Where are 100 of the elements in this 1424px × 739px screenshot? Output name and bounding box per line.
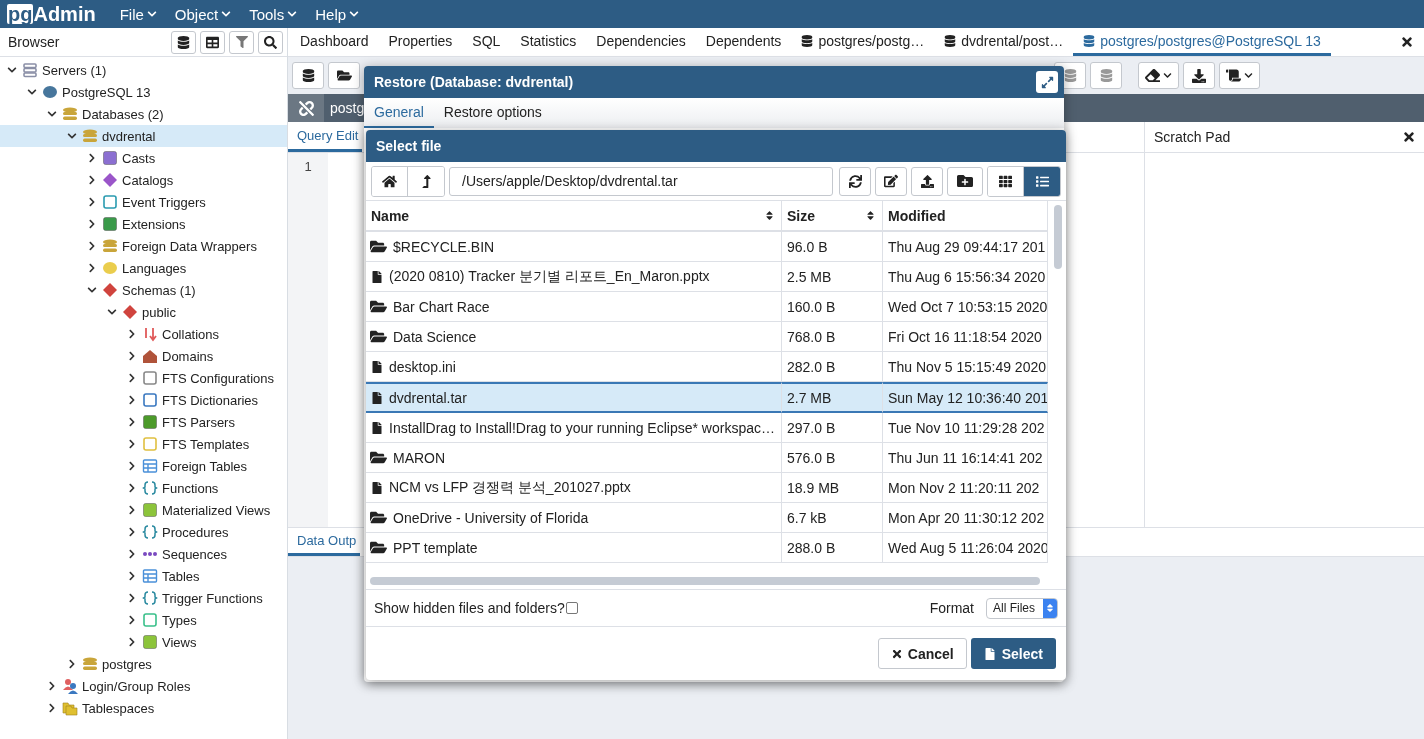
chevron-right-icon[interactable]: [87, 175, 97, 185]
chevron-right-icon[interactable]: [87, 197, 97, 207]
view-button[interactable]: [1024, 166, 1060, 196]
file-name-cell[interactable]: $RECYCLE.BIN: [366, 232, 782, 262]
clear-button[interactable]: [1138, 62, 1179, 89]
open-file-button[interactable]: [328, 62, 360, 89]
tab[interactable]: Dependencies: [586, 28, 696, 56]
chevron-down-icon[interactable]: [67, 131, 77, 141]
database-button[interactable]: [292, 62, 324, 89]
tree-item[interactable]: Views: [0, 631, 287, 653]
tab[interactable]: postgres/postg…: [791, 28, 935, 56]
chevron-right-icon[interactable]: [87, 241, 97, 251]
sort-icon[interactable]: [865, 210, 876, 221]
tree-item[interactable]: public: [0, 301, 287, 323]
refresh-button[interactable]: [839, 166, 871, 196]
tree-item[interactable]: Collations: [0, 323, 287, 345]
tree-item[interactable]: Servers (1): [0, 59, 287, 81]
tree-item[interactable]: Languages: [0, 257, 287, 279]
tree-item[interactable]: Event Triggers: [0, 191, 287, 213]
chevron-right-icon[interactable]: [127, 593, 137, 603]
tree-item[interactable]: Trigger Functions: [0, 587, 287, 609]
tree-item[interactable]: PostgreSQL 13: [0, 81, 287, 103]
tree-item[interactable]: dvdrental: [0, 125, 287, 147]
tree-item[interactable]: Casts: [0, 147, 287, 169]
close-icon[interactable]: [1402, 130, 1416, 144]
tree-item[interactable]: Types: [0, 609, 287, 631]
tree-item[interactable]: FTS Dictionaries: [0, 389, 287, 411]
file-name-cell[interactable]: MARON: [366, 443, 782, 473]
select-button[interactable]: Select: [970, 638, 1056, 669]
tab[interactable]: Dashboard: [290, 28, 379, 56]
maximize-button[interactable]: [1036, 71, 1058, 93]
tree-item[interactable]: Extensions: [0, 213, 287, 235]
tree-item[interactable]: Sequences: [0, 543, 287, 565]
tree-item[interactable]: FTS Parsers: [0, 411, 287, 433]
tree-item[interactable]: Functions: [0, 477, 287, 499]
menu[interactable]: Help: [315, 5, 360, 23]
tree-item[interactable]: Tables: [0, 565, 287, 587]
chevron-right-icon[interactable]: [127, 483, 137, 493]
file-name-cell[interactable]: OneDrive - University of Florida: [366, 503, 782, 533]
file-name-cell[interactable]: Bar Chart Race: [366, 292, 782, 322]
chevron-right-icon[interactable]: [127, 395, 137, 405]
menu[interactable]: Tools: [249, 5, 298, 23]
tab[interactable]: Properties: [378, 28, 463, 56]
new-folder-button[interactable]: [947, 166, 983, 196]
tree-item[interactable]: Databases (2): [0, 103, 287, 125]
tree-item[interactable]: Procedures: [0, 521, 287, 543]
chevron-right-icon[interactable]: [127, 527, 137, 537]
chevron-down-icon[interactable]: [27, 87, 37, 97]
file-name-cell[interactable]: InstallDrag to Install!Drag to your running Eclipse* workspac…: [366, 413, 782, 443]
chevron-right-icon[interactable]: [127, 439, 137, 449]
chevron-right-icon[interactable]: [127, 373, 137, 383]
connection-label[interactable]: postg: [324, 100, 365, 116]
chevron-down-icon[interactable]: [7, 65, 17, 75]
path-field[interactable]: /Users/apple/Desktop/dvdrental.tar: [449, 166, 833, 196]
connection-button[interactable]: [288, 94, 324, 122]
tree-item[interactable]: FTS Configurations: [0, 367, 287, 389]
file-name-cell[interactable]: NCM vs LFP 경쟁력 분석_201027.pptx: [366, 473, 782, 503]
chevron-right-icon[interactable]: [87, 153, 97, 163]
chevron-right-icon[interactable]: [127, 571, 137, 581]
tab[interactable]: General: [364, 98, 434, 128]
search-button[interactable]: [258, 30, 283, 54]
chevron-down-icon[interactable]: [87, 285, 97, 295]
file-name-cell[interactable]: desktop.ini: [366, 352, 782, 382]
tab[interactable]: Restore options: [433, 98, 552, 128]
tab[interactable]: Data Outp: [288, 528, 361, 556]
chevron-right-icon[interactable]: [127, 637, 137, 647]
home-button[interactable]: [372, 166, 408, 196]
checkbox[interactable]: [565, 602, 578, 614]
tree-item[interactable]: FTS Templates: [0, 433, 287, 455]
tree-item[interactable]: Domains: [0, 345, 287, 367]
chevron-right-icon[interactable]: [127, 351, 137, 361]
chevron-right-icon[interactable]: [127, 549, 137, 559]
chevron-right-icon[interactable]: [127, 505, 137, 515]
file-name-cell[interactable]: dvdrental.tar: [366, 382, 782, 413]
tree-item[interactable]: Catalogs: [0, 169, 287, 191]
chevron-right-icon[interactable]: [67, 659, 77, 669]
format-select[interactable]: All Files: [986, 597, 1058, 619]
scrollbar[interactable]: [370, 577, 1040, 585]
tree-item[interactable]: Foreign Tables: [0, 455, 287, 477]
tree-item[interactable]: Schemas (1): [0, 279, 287, 301]
view-data-button[interactable]: [200, 30, 225, 54]
tab[interactable]: Dependents: [695, 28, 792, 56]
chevron-right-icon[interactable]: [87, 263, 97, 273]
chevron-right-icon[interactable]: [127, 461, 137, 471]
query-tool-button[interactable]: [171, 30, 196, 54]
chevron-right-icon[interactable]: [47, 703, 57, 713]
chevron-down-icon[interactable]: [107, 307, 117, 317]
menu[interactable]: File: [119, 5, 157, 23]
chevron-right-icon[interactable]: [127, 615, 137, 625]
chevron-right-icon[interactable]: [127, 329, 137, 339]
tree-item[interactable]: Materialized Views: [0, 499, 287, 521]
chevron-down-icon[interactable]: [47, 109, 57, 119]
macros-button[interactable]: [1219, 62, 1260, 89]
upload-button[interactable]: [911, 166, 943, 196]
chevron-right-icon[interactable]: [47, 681, 57, 691]
rename-button[interactable]: [875, 166, 907, 196]
tab[interactable]: SQL: [462, 28, 511, 56]
chevron-right-icon[interactable]: [127, 417, 137, 427]
file-name-cell[interactable]: Data Science: [366, 322, 782, 352]
menu[interactable]: Object: [174, 5, 232, 23]
